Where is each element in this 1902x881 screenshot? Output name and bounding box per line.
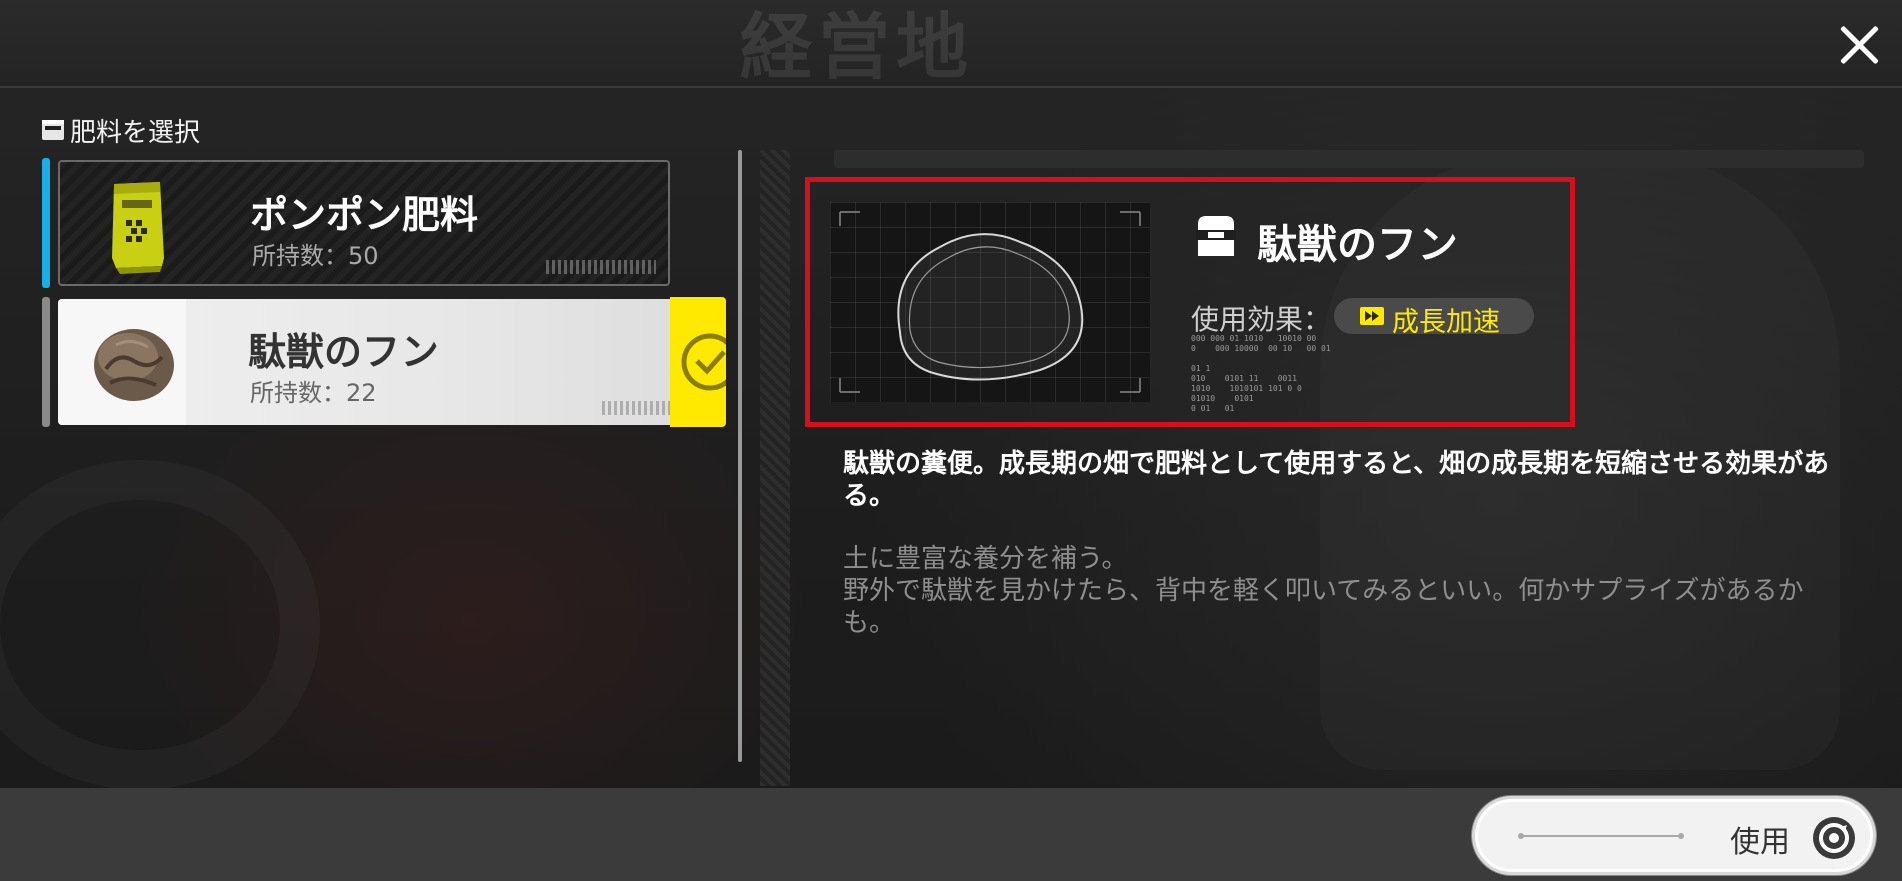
section-title: 肥料を選択 bbox=[40, 112, 200, 148]
item-description: 駄獣の糞便。成長期の畑で肥料として使用すると、畑の成長期を短縮させる効果がある。 bbox=[843, 449, 1830, 511]
item-name: ポンポン肥料 bbox=[250, 193, 479, 237]
refresh-icon bbox=[1813, 817, 1855, 859]
fertilizer-item-beast-dung[interactable]: 駄獣のフン 所持数：22 bbox=[40, 297, 726, 427]
item-card[interactable]: ポンポン肥料 所持数：50 bbox=[58, 160, 670, 286]
fast-forward-icon bbox=[1360, 307, 1384, 325]
item-count: 所持数：50 bbox=[252, 242, 379, 270]
header-bar: 経営地 bbox=[0, 0, 1902, 88]
detail-item-name: 駄獣のフン bbox=[1257, 222, 1458, 268]
item-detail-header: 駄獣のフン 使用効果： 成長加速 000 000 01 1010 10010 0… bbox=[805, 177, 1575, 427]
close-icon[interactable] bbox=[1836, 22, 1882, 68]
header-title: 経営地 bbox=[740, 8, 975, 86]
item-count: 所持数：22 bbox=[250, 379, 377, 407]
item-indicator bbox=[42, 297, 50, 427]
scrollbar[interactable] bbox=[738, 150, 742, 762]
detail-topbar bbox=[834, 150, 1864, 168]
checkmark-icon bbox=[681, 333, 726, 391]
use-button-label: 使用 bbox=[1730, 825, 1790, 860]
item-indicator bbox=[42, 158, 50, 288]
dung-image bbox=[58, 299, 186, 425]
selected-tab bbox=[670, 297, 726, 427]
item-hologram-image bbox=[830, 202, 1150, 402]
hatch-decoration bbox=[760, 150, 790, 786]
barcode-decoration bbox=[546, 260, 656, 274]
box-icon bbox=[40, 117, 66, 143]
button-decoration bbox=[1518, 833, 1684, 839]
item-card[interactable]: 駄獣のフン 所持数：22 bbox=[58, 299, 724, 425]
use-button[interactable]: 使用 bbox=[1472, 796, 1876, 875]
box-icon bbox=[1190, 210, 1242, 262]
fertilizer-bag-image bbox=[60, 162, 188, 284]
data-readout: 000 000 01 1010 10010 00 0 000 10000 00 … bbox=[1191, 334, 1331, 413]
fertilizer-item-ponpon[interactable]: ポンポン肥料 所持数：50 bbox=[40, 158, 726, 288]
effect-label: 使用効果： bbox=[1191, 303, 1332, 336]
effect-badge: 成長加速 bbox=[1334, 298, 1534, 338]
effect-value: 成長加速 bbox=[1392, 307, 1500, 338]
section-title-label: 肥料を選択 bbox=[70, 117, 201, 148]
item-name: 駄獣のフン bbox=[248, 330, 439, 374]
item-flavor-text: 土に豊富な養分を補う。 野外で駄獣を見かけたら、背中を軽く叩いてみるといい。何か… bbox=[843, 544, 1804, 638]
